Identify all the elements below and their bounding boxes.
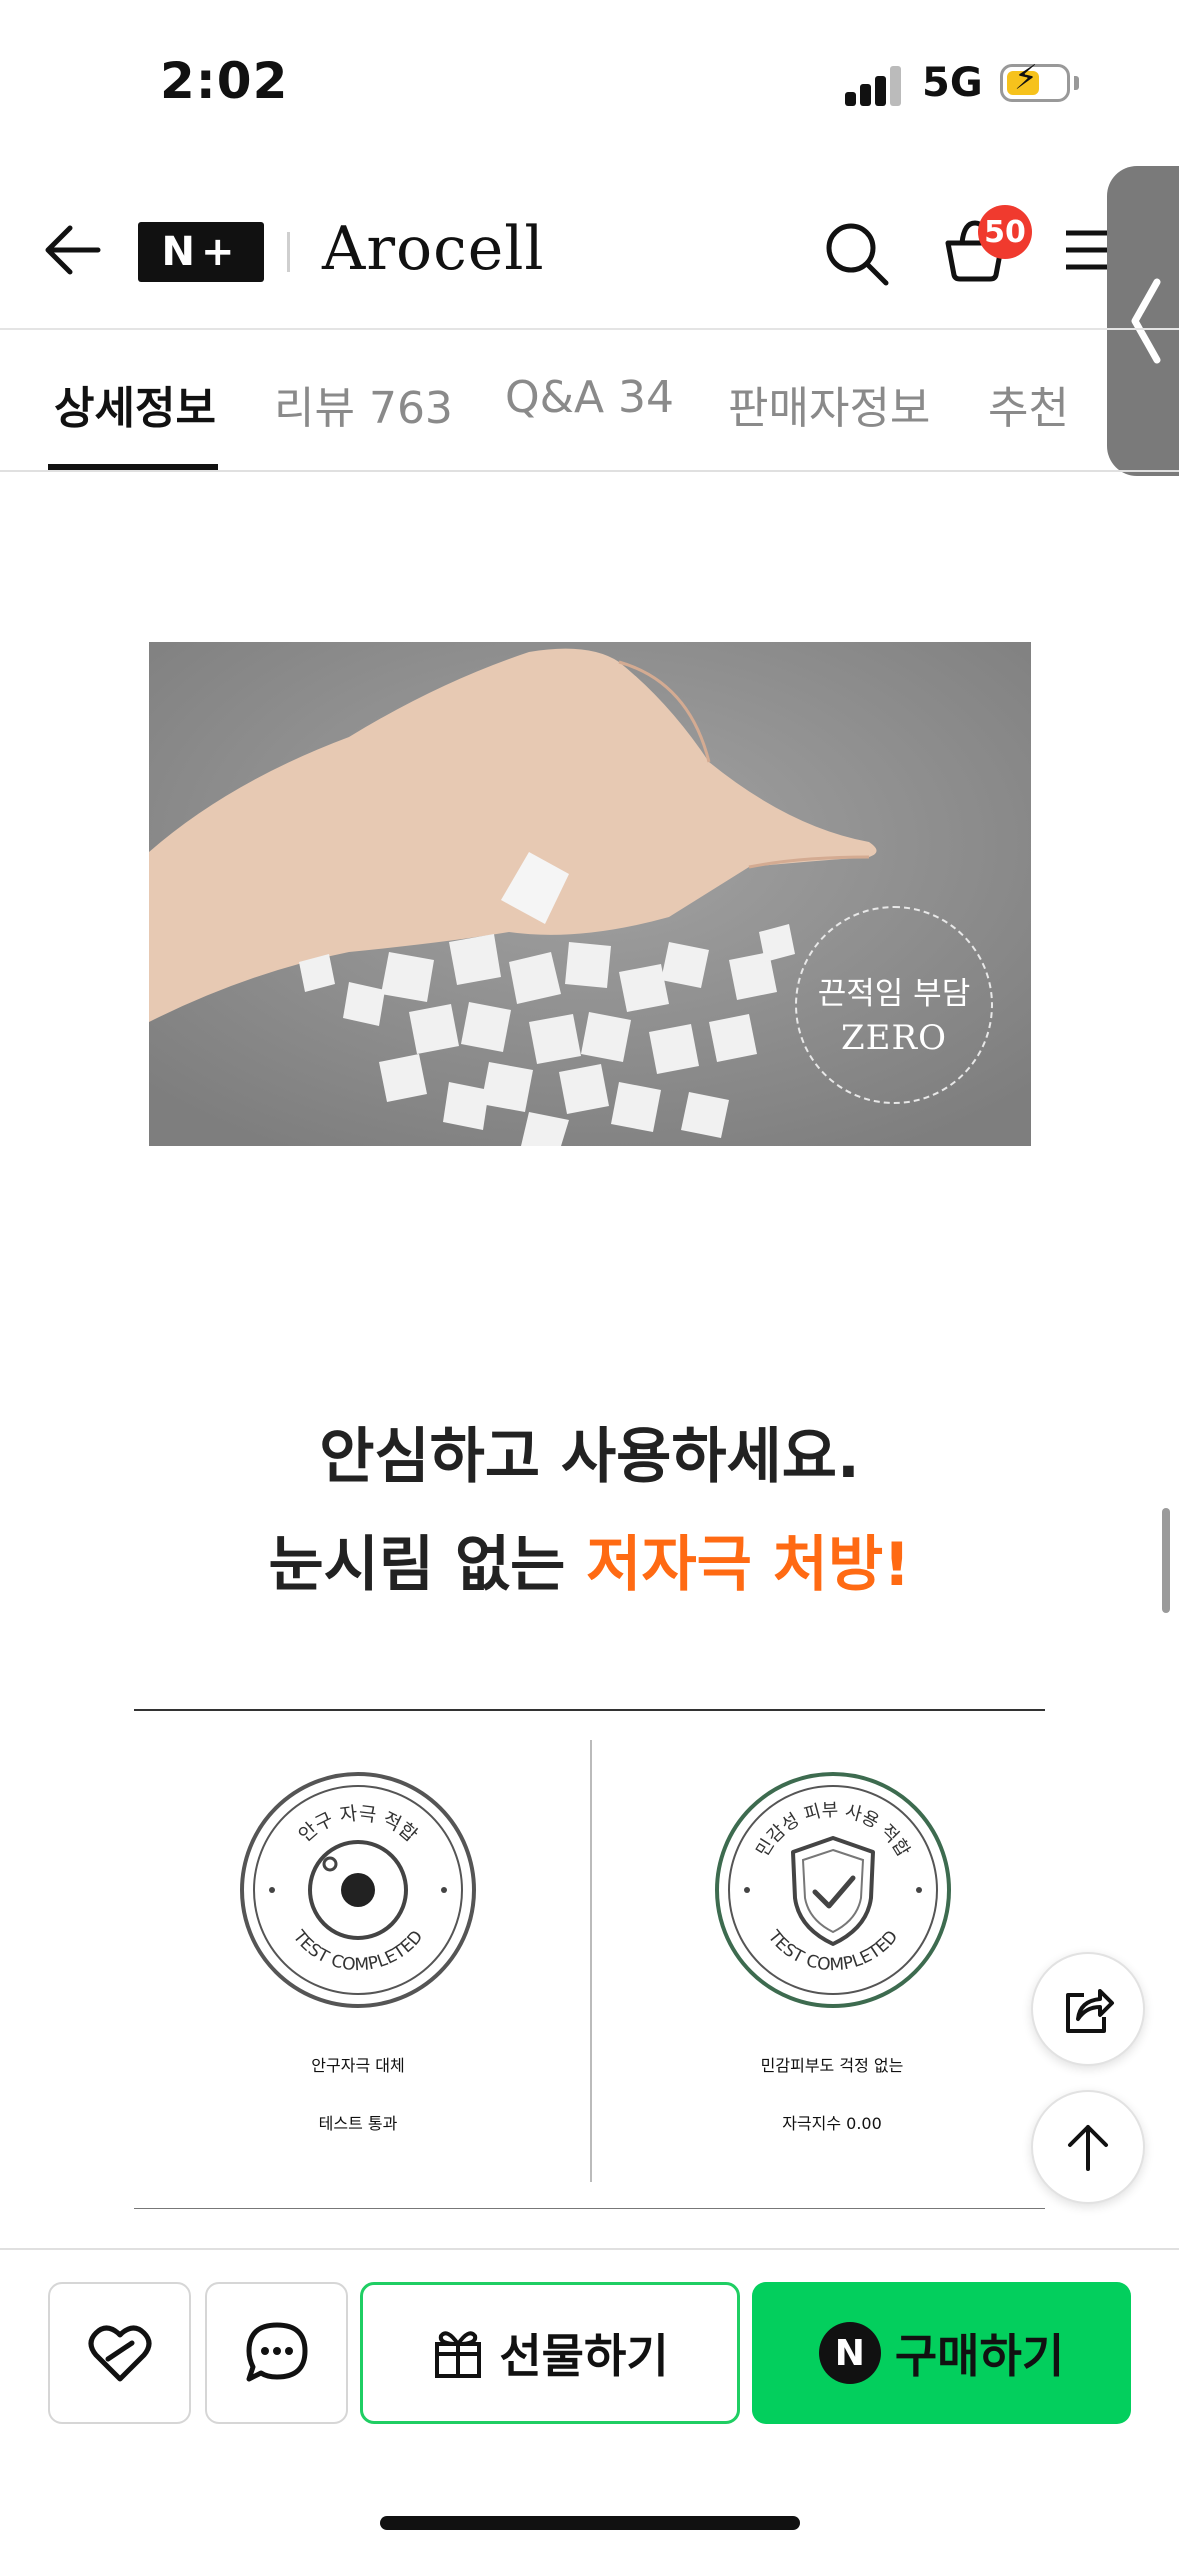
header-divider: [0, 328, 1179, 330]
signal-icon: [845, 66, 903, 106]
heart-link-icon: [88, 2325, 151, 2382]
gift-button[interactable]: 선물하기: [360, 2282, 740, 2424]
buy-button-label: 구매하기: [894, 2329, 1065, 2383]
tab-recommend[interactable]: 추천: [988, 372, 1069, 436]
home-indicator: [380, 2516, 800, 2530]
cert1-caption-line2: 테스트 통과: [318, 2114, 398, 2133]
badge-line1: 끈적임 부담: [817, 976, 971, 1012]
section-rule-bottom: [134, 2208, 1045, 2209]
badge-line2: ZERO: [841, 1018, 947, 1058]
charging-bolt-icon: ⚡: [1014, 58, 1038, 98]
tab-seller-info[interactable]: 판매자정보: [728, 372, 930, 436]
buy-button[interactable]: N 구매하기: [752, 2282, 1131, 2424]
scroll-top-button[interactable]: [1031, 2090, 1145, 2204]
headline-accent: 저자극 처방!: [586, 1530, 911, 1600]
menu-button[interactable]: [1062, 225, 1112, 275]
headline-line2-prefix: 눈시림 없는: [268, 1530, 587, 1600]
cart-count-badge: 50: [978, 205, 1032, 259]
back-button[interactable]: [40, 215, 110, 285]
cert2-caption-line2: 자극지수 0.00: [782, 2114, 882, 2133]
naver-plus-logo[interactable]: N+: [138, 222, 264, 282]
tab-qna[interactable]: Q&A 34: [505, 372, 674, 423]
tab-detail[interactable]: 상세정보: [54, 372, 216, 436]
like-button[interactable]: [48, 2282, 191, 2424]
cert-divider: [590, 1740, 592, 2182]
cert1-caption-line1: 안구자극 대체: [311, 2056, 405, 2075]
chevron-left-icon: [1131, 278, 1161, 364]
cert2-caption-line1: 민감피부도 걱정 없는: [760, 2056, 904, 2075]
network-label: 5G: [922, 60, 983, 106]
headline-line1: 안심하고 사용하세요.: [319, 1422, 860, 1492]
logo-separator: [287, 232, 290, 272]
headline-line2: 눈시림 없는 저자극 처방!: [0, 1516, 1179, 1603]
gift-icon: [435, 2331, 482, 2378]
hamburger-icon: [1066, 230, 1112, 270]
arrow-up-icon: [1068, 2125, 1108, 2171]
chat-bubble-icon: [246, 2322, 307, 2382]
low-stickiness-badge: 끈적임 부담 ZERO: [795, 906, 993, 1104]
arrow-left-icon: [45, 225, 101, 275]
gift-button-label: 선물하기: [499, 2329, 669, 2383]
tabs-divider: [0, 470, 1179, 472]
sensitive-skin-seal: 민감성 피부 사용 적합 TEST COMPLETED: [715, 1772, 951, 2008]
tab-reviews[interactable]: 리뷰 763: [274, 372, 453, 436]
section-rule-top: [134, 1709, 1045, 1711]
battery-tip: [1074, 76, 1079, 90]
status-time: 2:02: [160, 52, 289, 110]
side-drawer-handle[interactable]: [1107, 166, 1179, 476]
npay-icon: N: [818, 2322, 881, 2384]
scrollbar[interactable]: [1162, 1508, 1170, 1613]
search-button[interactable]: [820, 217, 892, 289]
talk-button[interactable]: [205, 2282, 348, 2424]
eye-test-seal: 안구 자극 적합 TEST COMPLETED: [240, 1772, 476, 2008]
brand-name[interactable]: Arocell: [322, 214, 545, 284]
share-button[interactable]: [1031, 1952, 1145, 2066]
share-icon: [1066, 1989, 1114, 2033]
search-icon: [826, 223, 889, 286]
bottom-bar-divider: [0, 2248, 1179, 2250]
